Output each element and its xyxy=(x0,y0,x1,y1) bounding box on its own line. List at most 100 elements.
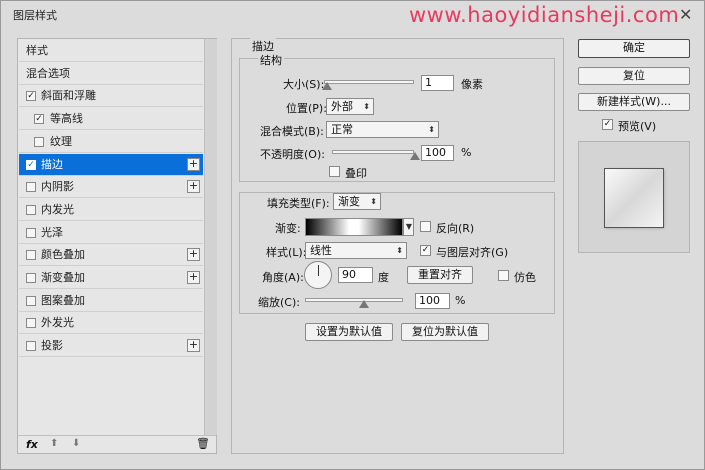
style-list-panel: 样式 混合选项 ✓ 斜面和浮雕 ✓ 等高线 纹理 ✓ 描边 + 内阴影 + 内发光 光泽 颜色叠加 + 渐变叠加… xyxy=(17,38,217,454)
style-item[interactable]: 内阴影 + xyxy=(19,176,203,199)
style-item-label: 斜面和浮雕 xyxy=(41,89,96,103)
size-slider-thumb[interactable] xyxy=(322,82,332,90)
angle-input[interactable]: 90 xyxy=(338,267,373,283)
scale-slider-track[interactable] xyxy=(305,298,403,302)
dither-checkbox[interactable] xyxy=(498,270,509,281)
trash-icon[interactable]: 🗑 xyxy=(196,437,210,450)
fill-type-label: 填充类型(F): xyxy=(267,197,330,210)
blend-mode-value: 正常 xyxy=(331,123,353,136)
reset-alignment-button[interactable]: 重置对齐 xyxy=(407,266,473,284)
structure-group: 结构 大小(S): 1 像素 位置(P): 外部 ⬍ 混合模式(B): 正常 ⬍… xyxy=(239,52,555,182)
style-item[interactable]: ✓ 斜面和浮雕 xyxy=(19,85,203,108)
fx-icon[interactable]: fx xyxy=(26,438,38,451)
reset-button[interactable]: 复位 xyxy=(578,67,690,85)
style-item-checkbox[interactable] xyxy=(26,227,36,238)
style-item-label: 光泽 xyxy=(41,225,63,239)
close-icon[interactable]: ✕ xyxy=(679,5,692,24)
size-slider-track[interactable] xyxy=(324,80,414,84)
angle-dial[interactable] xyxy=(304,261,332,289)
style-item-label: 投影 xyxy=(41,339,63,353)
reset-default-button[interactable]: 复位为默认值 xyxy=(401,323,489,341)
style-item[interactable]: 纹理 xyxy=(19,131,203,153)
chevron-updown-icon: ⬍ xyxy=(428,125,435,134)
style-item[interactable]: 颜色叠加 + xyxy=(19,244,203,267)
style-item-label: 外发光 xyxy=(41,316,74,330)
style-item-checkbox[interactable] xyxy=(26,182,36,193)
style-item-checkbox[interactable] xyxy=(26,273,36,283)
align-with-layer-checkbox[interactable]: ✓ xyxy=(420,245,431,256)
chevron-updown-icon: ⬍ xyxy=(370,197,377,206)
preview-label: 预览(V) xyxy=(618,120,657,133)
add-effect-icon[interactable]: + xyxy=(187,248,200,262)
opacity-label: 不透明度(O): xyxy=(260,148,325,161)
gradient-label: 渐变: xyxy=(275,222,301,235)
angle-needle xyxy=(318,265,319,276)
preview-checkbox[interactable]: ✓ xyxy=(602,119,613,130)
reverse-checkbox[interactable] xyxy=(420,221,431,232)
style-item-label: 混合选项 xyxy=(26,66,70,80)
style-item-label: 内阴影 xyxy=(41,180,74,194)
move-down-icon[interactable]: ⬇ xyxy=(72,438,80,449)
scale-unit: % xyxy=(455,294,466,307)
fill-type-value: 渐变 xyxy=(338,195,360,208)
style-label: 样式(L): xyxy=(266,246,307,259)
style-item[interactable]: 光泽 xyxy=(19,222,203,244)
opacity-input[interactable]: 100 xyxy=(421,145,454,161)
style-item-checkbox[interactable]: ✓ xyxy=(26,159,36,170)
style-item-checkbox[interactable] xyxy=(26,295,36,306)
ok-button[interactable]: 确定 xyxy=(578,39,690,58)
add-effect-icon[interactable]: + xyxy=(187,157,200,171)
overprint-checkbox[interactable] xyxy=(329,166,340,177)
style-item[interactable]: 内发光 xyxy=(19,199,203,221)
scale-input[interactable]: 100 xyxy=(415,293,450,309)
style-item-label: 描边 xyxy=(41,157,63,171)
style-item-label: 渐变叠加 xyxy=(41,271,85,284)
blend-mode-label: 混合模式(B): xyxy=(260,125,324,138)
chevron-updown-icon: ⬍ xyxy=(396,246,403,255)
move-up-icon[interactable]: ⬆ xyxy=(50,438,58,449)
style-item-checkbox[interactable]: ✓ xyxy=(26,91,36,102)
opacity-slider-thumb[interactable] xyxy=(410,152,420,160)
add-effect-icon[interactable]: + xyxy=(187,180,200,194)
chevron-updown-icon: ⬍ xyxy=(363,102,370,111)
overprint-label: 叠印 xyxy=(345,167,367,180)
style-item-label: 图案叠加 xyxy=(41,293,85,307)
style-item-checkbox[interactable] xyxy=(26,341,36,352)
style-item[interactable]: 混合选项 xyxy=(19,63,203,85)
style-item[interactable]: 渐变叠加 + xyxy=(19,267,203,289)
style-item[interactable]: 样式 xyxy=(19,40,203,62)
style-select[interactable]: 线性 ⬍ xyxy=(305,242,407,259)
style-item[interactable]: ✓ 描边 + xyxy=(19,153,203,176)
chevron-down-icon: ▼ xyxy=(405,222,412,231)
new-style-button[interactable]: 新建样式(W)... xyxy=(578,93,690,111)
blend-mode-select[interactable]: 正常 ⬍ xyxy=(326,121,439,138)
style-item[interactable]: 图案叠加 xyxy=(19,290,203,312)
size-input[interactable]: 1 xyxy=(421,75,454,91)
style-list-scrollbar[interactable] xyxy=(204,39,217,435)
stroke-settings-panel: 描边 结构 大小(S): 1 像素 位置(P): 外部 ⬍ 混合模式(B): 正… xyxy=(231,38,564,454)
add-effect-icon[interactable]: + xyxy=(187,271,200,284)
style-item-checkbox[interactable]: ✓ xyxy=(34,114,44,125)
style-item-checkbox[interactable] xyxy=(34,136,44,147)
reverse-label: 反向(R) xyxy=(436,222,475,235)
style-item-label: 等高线 xyxy=(50,112,83,126)
style-item-checkbox[interactable] xyxy=(26,204,36,215)
gradient-dropdown[interactable]: ▼ xyxy=(403,218,414,236)
position-value: 外部 xyxy=(331,100,353,113)
style-item-checkbox[interactable] xyxy=(26,250,36,261)
opacity-slider-track[interactable] xyxy=(332,150,414,154)
style-item[interactable]: 投影 + xyxy=(19,335,203,358)
style-item[interactable]: 外发光 xyxy=(19,312,203,335)
style-item-label: 颜色叠加 xyxy=(41,248,85,262)
angle-unit: 度 xyxy=(378,271,389,284)
add-effect-icon[interactable]: + xyxy=(187,339,200,353)
structure-title: 结构 xyxy=(258,52,284,68)
style-item-checkbox[interactable] xyxy=(26,318,36,329)
position-select[interactable]: 外部 ⬍ xyxy=(326,98,374,115)
scale-slider-thumb[interactable] xyxy=(359,300,369,308)
gradient-swatch[interactable] xyxy=(305,218,403,236)
style-item[interactable]: ✓ 等高线 xyxy=(19,108,203,131)
fill-type-select[interactable]: 渐变 ⬍ xyxy=(333,193,381,210)
set-default-button[interactable]: 设置为默认值 xyxy=(305,323,393,341)
scale-label: 缩放(C): xyxy=(258,296,300,309)
